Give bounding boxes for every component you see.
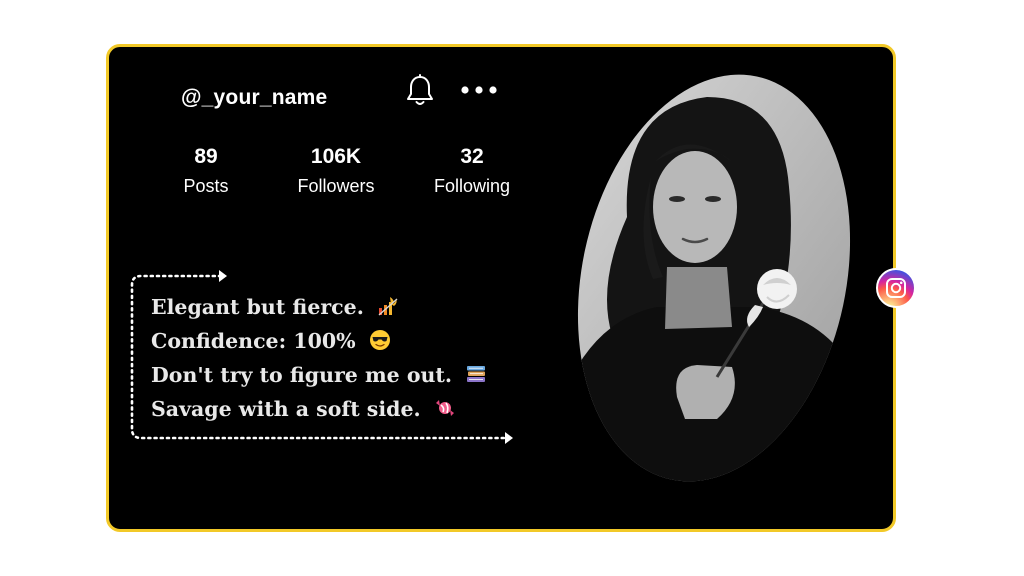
candy-icon <box>435 400 454 416</box>
stat-followers-value: 106K <box>310 145 362 168</box>
more-dots-icon[interactable] <box>459 83 499 97</box>
bio-line: Savage with a soft side. <box>151 392 487 426</box>
bio-line: Confidence: 100% <box>151 324 487 358</box>
stat-following-value: 32 <box>460 145 484 168</box>
bio-line-text: Confidence: 100% <box>151 329 356 353</box>
bio-line-text: Elegant but fierce. <box>151 295 364 319</box>
stat-following[interactable]: 32 Following <box>412 144 532 200</box>
profile-card: @_your_name 89 Posts 106K Followers 32 F… <box>106 44 896 532</box>
books-icon <box>467 366 486 382</box>
bio-line: Elegant but fierce. <box>151 290 487 324</box>
fire-graph-icon <box>378 297 398 316</box>
profile-stats: 89 Posts 106K Followers 32 Following <box>109 144 589 204</box>
bio-text: Elegant but fierce. Confidence: 100% Don… <box>151 290 487 426</box>
sunglasses-face-icon <box>369 330 390 350</box>
bell-icon[interactable] <box>405 74 435 108</box>
stat-following-label: Following <box>433 176 511 196</box>
stat-posts-value: 89 <box>194 145 218 168</box>
arrow-head-icon <box>219 270 227 282</box>
bio-line-text: Savage with a soft side. <box>151 397 421 421</box>
profile-photo <box>567 67 861 489</box>
stat-posts-label: Posts <box>183 176 229 196</box>
bio-line-text: Don't try to figure me out. <box>151 363 453 387</box>
bio-line: Don't try to figure me out. <box>151 358 487 392</box>
instagram-glyph-icon <box>886 278 906 298</box>
profile-handle[interactable]: @_your_name <box>181 86 327 110</box>
arrow-head-icon <box>505 432 513 444</box>
stat-followers[interactable]: 106K Followers <box>276 144 396 200</box>
stat-followers-label: Followers <box>297 176 375 196</box>
stat-posts[interactable]: 89 Posts <box>146 144 266 200</box>
instagram-icon[interactable] <box>876 268 916 308</box>
